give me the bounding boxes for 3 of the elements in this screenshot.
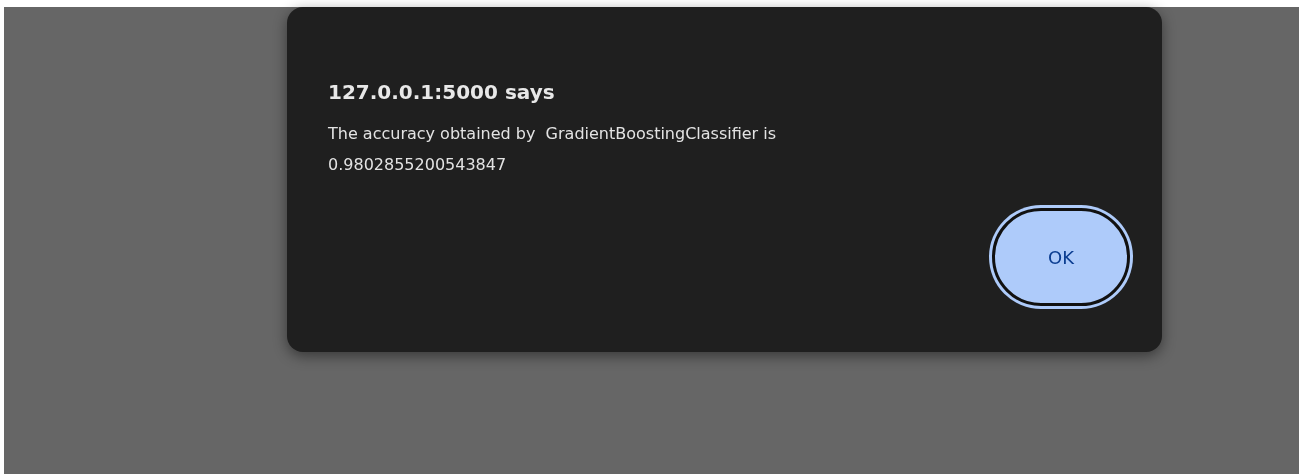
ok-button[interactable]: OK bbox=[992, 208, 1130, 306]
dialog-title: 127.0.0.1:5000 says bbox=[328, 80, 555, 104]
dialog-message: The accuracy obtained by GradientBoostingClassifier is 0.9802855200543847 bbox=[328, 123, 777, 176]
